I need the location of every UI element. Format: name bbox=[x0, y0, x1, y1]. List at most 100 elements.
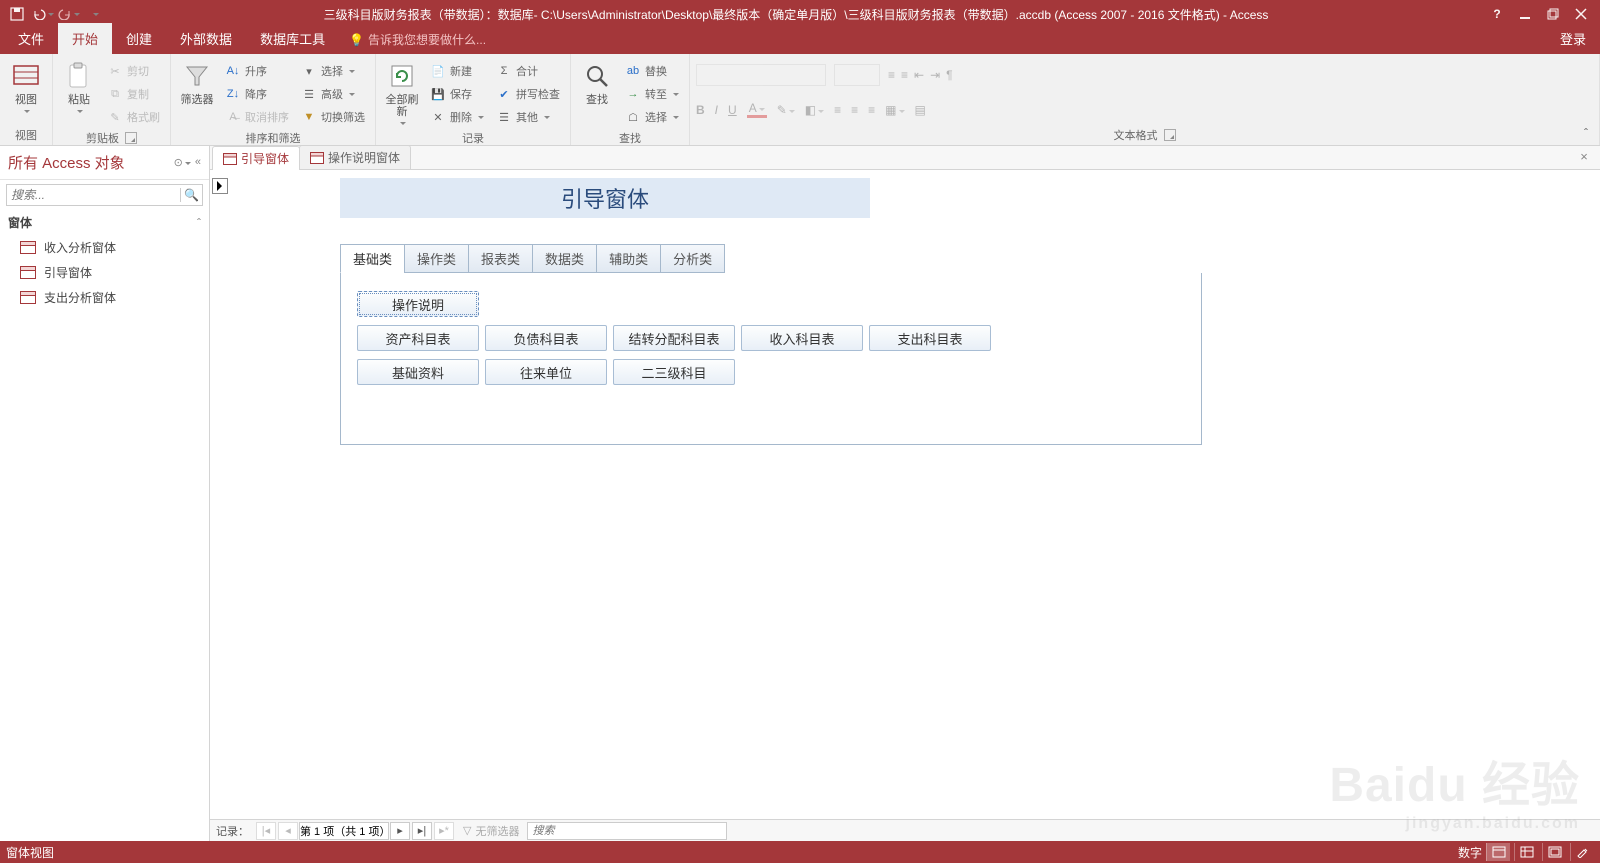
filter-button[interactable]: 筛选器 bbox=[177, 60, 217, 106]
toggle-filter-button[interactable]: ▼切换筛选 bbox=[297, 106, 369, 128]
recnav-last-icon[interactable]: ▸| bbox=[412, 822, 432, 840]
view-form-icon[interactable] bbox=[1486, 843, 1510, 861]
refresh-all-button[interactable]: 全部刷新 bbox=[382, 60, 422, 126]
gridlines-icon[interactable]: ▦ bbox=[885, 103, 904, 117]
view-datasheet-icon[interactable] bbox=[1514, 843, 1538, 861]
form-tab-assist[interactable]: 辅助类 bbox=[596, 244, 661, 273]
sort-desc-button[interactable]: Z↓降序 bbox=[221, 83, 293, 105]
undo-icon[interactable] bbox=[32, 3, 54, 25]
font-color-icon[interactable]: A bbox=[747, 101, 767, 118]
selection-button[interactable]: ▾选择 bbox=[297, 60, 369, 82]
font-name-combo[interactable] bbox=[696, 64, 826, 86]
find-button[interactable]: 查找 bbox=[577, 60, 617, 106]
recnav-new-icon[interactable]: ▸* bbox=[434, 822, 454, 840]
doc-close-icon[interactable]: × bbox=[1576, 149, 1592, 164]
minimize-icon[interactable] bbox=[1514, 3, 1536, 25]
clipboard-launcher-icon[interactable] bbox=[125, 132, 137, 144]
close-icon[interactable] bbox=[1570, 3, 1592, 25]
delete-button[interactable]: ✕删除 bbox=[426, 106, 488, 128]
search-icon[interactable]: 🔍 bbox=[180, 188, 202, 202]
recnav-first-icon[interactable]: |◂ bbox=[256, 822, 276, 840]
btn-basic-info[interactable]: 基础资料 bbox=[357, 359, 479, 385]
align-left-icon[interactable]: ≡ bbox=[834, 103, 841, 117]
sort-asc-button[interactable]: A↓升序 bbox=[221, 60, 293, 82]
advanced-button[interactable]: ☰高级 bbox=[297, 83, 369, 105]
form-tab-data[interactable]: 数据类 bbox=[532, 244, 597, 273]
nav-header[interactable]: 所有 Access 对象 ⊙« bbox=[0, 146, 209, 180]
record-selector[interactable] bbox=[212, 178, 228, 194]
bold-icon[interactable]: B bbox=[696, 103, 705, 117]
view-layout-icon[interactable] bbox=[1542, 843, 1566, 861]
align-right-icon[interactable]: ≡ bbox=[868, 103, 875, 117]
restore-icon[interactable] bbox=[1542, 3, 1564, 25]
copy-button[interactable]: ⧉复制 bbox=[103, 83, 164, 105]
italic-icon[interactable]: I bbox=[715, 103, 718, 117]
doc-tab-instructions[interactable]: 操作说明窗体 bbox=[299, 145, 411, 169]
login-button[interactable]: 登录 bbox=[1546, 23, 1600, 54]
save-button[interactable]: 💾保存 bbox=[426, 83, 488, 105]
btn-sub-subjects[interactable]: 二三级科目 bbox=[613, 359, 735, 385]
nav-search-input[interactable] bbox=[7, 188, 180, 202]
tab-home[interactable]: 开始 bbox=[58, 23, 112, 54]
numbering-icon[interactable]: ≡ bbox=[901, 68, 908, 82]
nav-menu-icon[interactable]: ⊙ bbox=[174, 156, 191, 169]
more-button[interactable]: ☰其他 bbox=[492, 106, 564, 128]
tab-database-tools[interactable]: 数据库工具 bbox=[246, 23, 339, 54]
qat-customize-icon[interactable] bbox=[84, 3, 106, 25]
btn-expense-subjects[interactable]: 支出科目表 bbox=[869, 325, 991, 351]
paste-button[interactable]: 粘贴 bbox=[59, 60, 99, 114]
fill-color-icon[interactable]: ◧ bbox=[805, 103, 824, 117]
recnav-prev-icon[interactable]: ◂ bbox=[278, 822, 298, 840]
totals-button[interactable]: Σ合计 bbox=[492, 60, 564, 82]
replace-button[interactable]: ab替换 bbox=[621, 60, 683, 82]
redo-icon[interactable] bbox=[58, 3, 80, 25]
select-button[interactable]: ☖选择 bbox=[621, 106, 683, 128]
save-icon[interactable] bbox=[6, 3, 28, 25]
goto-button[interactable]: →转至 bbox=[621, 83, 683, 105]
recnav-position[interactable] bbox=[299, 822, 389, 840]
doc-tab-guide[interactable]: 引导窗体 bbox=[212, 146, 300, 170]
btn-carryover-subjects[interactable]: 结转分配科目表 bbox=[613, 325, 735, 351]
form-tab-report[interactable]: 报表类 bbox=[468, 244, 533, 273]
btn-asset-subjects[interactable]: 资产科目表 bbox=[357, 325, 479, 351]
rtl-icon[interactable]: ¶ bbox=[946, 68, 952, 82]
nav-group-forms[interactable]: 窗体ˆ bbox=[0, 210, 209, 235]
help-icon[interactable]: ? bbox=[1486, 3, 1508, 25]
view-button[interactable]: 视图 bbox=[6, 60, 46, 114]
alt-row-color-icon[interactable]: ▤ bbox=[915, 103, 926, 117]
remove-sort-button[interactable]: A̶取消排序 bbox=[221, 106, 293, 128]
btn-contacts[interactable]: 往来单位 bbox=[485, 359, 607, 385]
cut-button[interactable]: ✂剪切 bbox=[103, 60, 164, 82]
tell-me[interactable]: 💡告诉我您想要做什么... bbox=[339, 25, 496, 54]
underline-icon[interactable]: U bbox=[728, 103, 737, 117]
format-painter-button[interactable]: ✎格式刷 bbox=[103, 106, 164, 128]
form-tab-operation[interactable]: 操作类 bbox=[404, 244, 469, 273]
form-tab-basic[interactable]: 基础类 bbox=[340, 244, 405, 273]
btn-income-subjects[interactable]: 收入科目表 bbox=[741, 325, 863, 351]
sort-asc-label: 升序 bbox=[245, 63, 267, 79]
tab-external-data[interactable]: 外部数据 bbox=[166, 23, 246, 54]
spelling-button[interactable]: ✔拼写检查 bbox=[492, 83, 564, 105]
nav-item-guide[interactable]: 引导窗体 bbox=[0, 260, 209, 285]
form-tab-analysis[interactable]: 分析类 bbox=[660, 244, 725, 273]
textfmt-launcher-icon[interactable] bbox=[1164, 129, 1176, 141]
tab-create[interactable]: 创建 bbox=[112, 23, 166, 54]
nav-item-income[interactable]: 收入分析窗体 bbox=[0, 235, 209, 260]
align-center-icon[interactable]: ≡ bbox=[851, 103, 858, 117]
font-size-combo[interactable] bbox=[834, 64, 880, 86]
indent-right-icon[interactable]: ⇥ bbox=[930, 68, 940, 82]
highlight-icon[interactable]: ✎ bbox=[777, 103, 795, 117]
collapse-ribbon-icon[interactable]: ˆ bbox=[1578, 125, 1594, 141]
view-design-icon[interactable] bbox=[1570, 843, 1594, 861]
indent-left-icon[interactable]: ⇤ bbox=[914, 68, 924, 82]
recnav-next-icon[interactable]: ▸ bbox=[390, 822, 410, 840]
new-button[interactable]: 📄新建 bbox=[426, 60, 488, 82]
nav-group-forms-label: 窗体 bbox=[8, 214, 32, 231]
recnav-search-input[interactable] bbox=[527, 822, 727, 840]
tab-file[interactable]: 文件 bbox=[4, 23, 58, 54]
bullets-icon[interactable]: ≡ bbox=[888, 68, 895, 82]
btn-instructions[interactable]: 操作说明 bbox=[357, 291, 479, 317]
btn-liability-subjects[interactable]: 负债科目表 bbox=[485, 325, 607, 351]
nav-item-expense[interactable]: 支出分析窗体 bbox=[0, 285, 209, 310]
nav-collapse-icon[interactable]: « bbox=[195, 156, 201, 169]
